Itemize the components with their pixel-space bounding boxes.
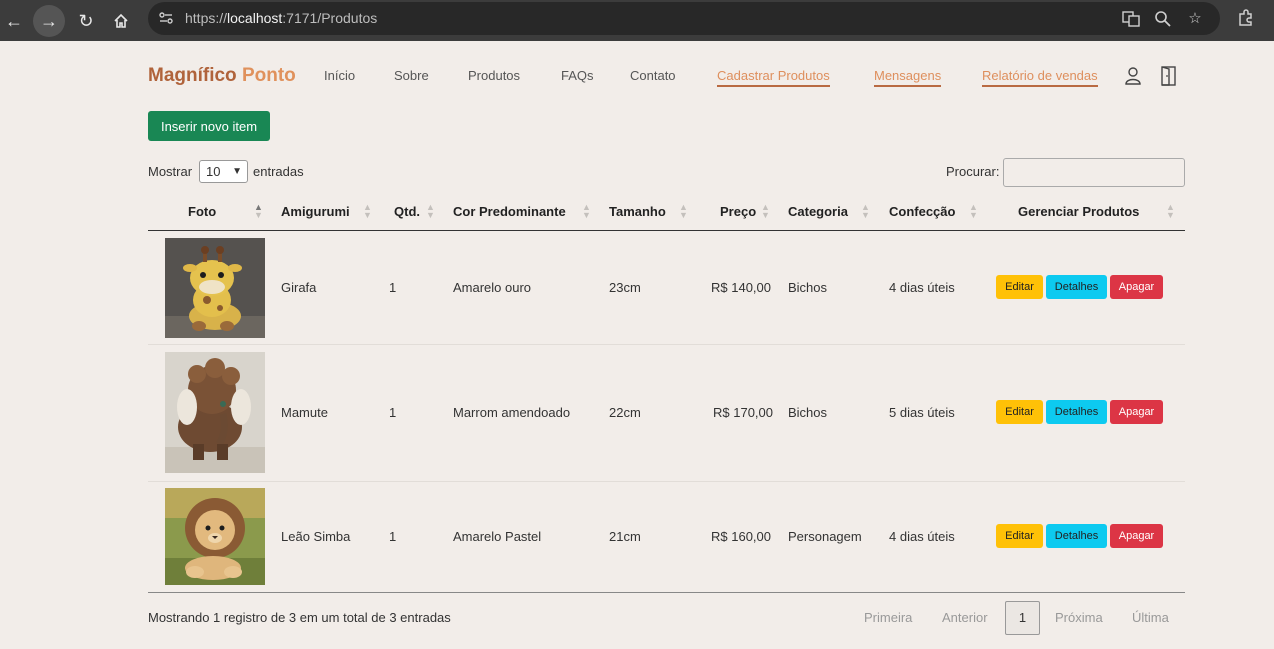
delete-button[interactable]: Apagar — [1110, 400, 1163, 424]
pagination-previous[interactable]: Anterior — [942, 610, 988, 625]
nav-item-produtos[interactable]: Produtos — [468, 68, 520, 83]
cell-production-time: 4 dias úteis — [889, 280, 955, 295]
forward-icon[interactable]: → — [33, 5, 65, 37]
cell-size: 23cm — [609, 280, 641, 295]
details-button[interactable]: Detalhes — [1046, 400, 1107, 424]
entries-per-page-select[interactable]: 10 ▼ — [199, 160, 248, 183]
sort-icon: ▲ ▼ — [254, 202, 263, 220]
address-bar[interactable]: https://localhost:7171/Produtos ☆ — [148, 2, 1220, 35]
row-divider — [148, 481, 1185, 482]
pagination-current-page[interactable]: 1 — [1005, 601, 1040, 635]
length-label-prefix: Mostrar — [148, 164, 193, 179]
details-button[interactable]: Detalhes — [1046, 275, 1107, 299]
column-header-amigurumi[interactable]: Amigurumi — [281, 204, 350, 219]
sort-icon: ▲ ▼ — [969, 202, 978, 220]
nav-item-mensagens[interactable]: Mensagens — [874, 68, 942, 87]
edit-button[interactable]: Editar — [996, 275, 1043, 299]
sort-icon: ▲ ▼ — [1166, 202, 1175, 220]
cell-color: Amarelo ouro — [453, 280, 532, 295]
nav-item-faqs[interactable]: FAQs — [561, 68, 594, 83]
column-header-gerenciar[interactable]: Gerenciar Produtos — [1018, 204, 1139, 219]
cell-size: 21cm — [609, 529, 641, 544]
cell-production-time: 4 dias úteis — [889, 529, 955, 544]
cell-price: R$ 170,00 — [713, 405, 773, 420]
search-input[interactable] — [1003, 158, 1185, 187]
user-icon[interactable] — [1124, 66, 1142, 86]
translate-icon[interactable] — [1122, 10, 1140, 28]
row-divider — [148, 344, 1185, 345]
cell-price: R$ 160,00 — [711, 529, 771, 544]
sort-icon: ▲ ▼ — [363, 202, 372, 220]
sort-icon: ▲ ▼ — [426, 202, 435, 220]
back-icon[interactable]: ← — [0, 5, 30, 37]
cell-qty: 1 — [389, 529, 397, 544]
pagination-next[interactable]: Próxima — [1055, 610, 1103, 625]
cell-name: Girafa — [281, 280, 317, 295]
column-header-cor[interactable]: Cor Predominante — [453, 204, 566, 219]
brand-logo[interactable]: Magnífico Ponto — [148, 65, 296, 87]
cell-color: Marrom amendoado — [453, 405, 571, 420]
sort-icon: ▲ ▼ — [582, 202, 591, 220]
table-info: Mostrando 1 registro de 3 em um total de… — [148, 610, 451, 625]
edit-button[interactable]: Editar — [996, 400, 1043, 424]
delete-button[interactable]: Apagar — [1110, 275, 1163, 299]
pagination-last[interactable]: Última — [1132, 610, 1169, 625]
cell-size: 22cm — [609, 405, 641, 420]
cell-category: Bichos — [788, 280, 828, 295]
cell-qty: 1 — [389, 280, 397, 295]
table-header-divider — [148, 230, 1185, 231]
site-settings-icon[interactable] — [158, 10, 174, 26]
url-text[interactable]: https://localhost:7171/Produtos — [185, 10, 377, 26]
cell-price: R$ 140,00 — [711, 280, 771, 295]
details-button[interactable]: Detalhes — [1046, 524, 1107, 548]
column-header-foto[interactable]: Foto — [188, 204, 216, 219]
cell-name: Leão Simba — [281, 529, 351, 544]
column-header-confeccao[interactable]: Confecção — [889, 204, 955, 219]
bookmark-star-icon[interactable]: ☆ — [1186, 10, 1204, 28]
table-footer-divider — [148, 592, 1185, 593]
mammoth-amigurumi-photo — [165, 352, 265, 473]
column-header-qtd[interactable]: Qtd. — [394, 204, 420, 219]
cell-color: Amarelo Pastel — [453, 529, 542, 544]
column-header-preco[interactable]: Preço — [720, 204, 756, 219]
chevron-down-icon: ▼ — [232, 166, 242, 177]
length-label-suffix: entradas — [253, 164, 304, 179]
extensions-icon[interactable] — [1237, 9, 1255, 27]
insert-new-item-button[interactable]: Inserir novo item — [148, 111, 270, 141]
sort-icon: ▲ ▼ — [761, 202, 770, 220]
nav-item-cadastrar-produtos[interactable]: Cadastrar Produtos — [717, 68, 830, 87]
cell-category: Personagem — [788, 529, 862, 544]
cell-category: Bichos — [788, 405, 828, 420]
pagination-first[interactable]: Primeira — [864, 610, 912, 625]
search-label: Procurar: — [946, 164, 1000, 179]
cell-production-time: 5 dias úteis — [889, 405, 955, 420]
logout-door-icon[interactable] — [1160, 66, 1177, 86]
nav-item-inicio[interactable]: Início — [324, 68, 355, 83]
delete-button[interactable]: Apagar — [1110, 524, 1163, 548]
nav-item-contato[interactable]: Contato — [630, 68, 676, 83]
giraffe-amigurumi-photo — [165, 238, 265, 338]
lion-amigurumi-photo — [165, 488, 265, 585]
reload-icon[interactable]: ↻ — [70, 5, 102, 37]
sort-icon: ▲ ▼ — [679, 202, 688, 220]
cell-name: Mamute — [281, 405, 328, 420]
browser-toolbar: ← → ↻ https://localhost:7171/Produtos ☆ — [0, 0, 1274, 41]
cell-qty: 1 — [389, 405, 397, 420]
column-header-tamanho[interactable]: Tamanho — [609, 204, 666, 219]
edit-button[interactable]: Editar — [996, 524, 1043, 548]
sort-icon: ▲ ▼ — [861, 202, 870, 220]
column-header-categoria[interactable]: Categoria — [788, 204, 848, 219]
nav-item-relatorio-vendas[interactable]: Relatório de vendas — [982, 68, 1098, 87]
home-icon[interactable] — [105, 5, 137, 37]
zoom-icon[interactable] — [1154, 10, 1172, 28]
nav-item-sobre[interactable]: Sobre — [394, 68, 429, 83]
